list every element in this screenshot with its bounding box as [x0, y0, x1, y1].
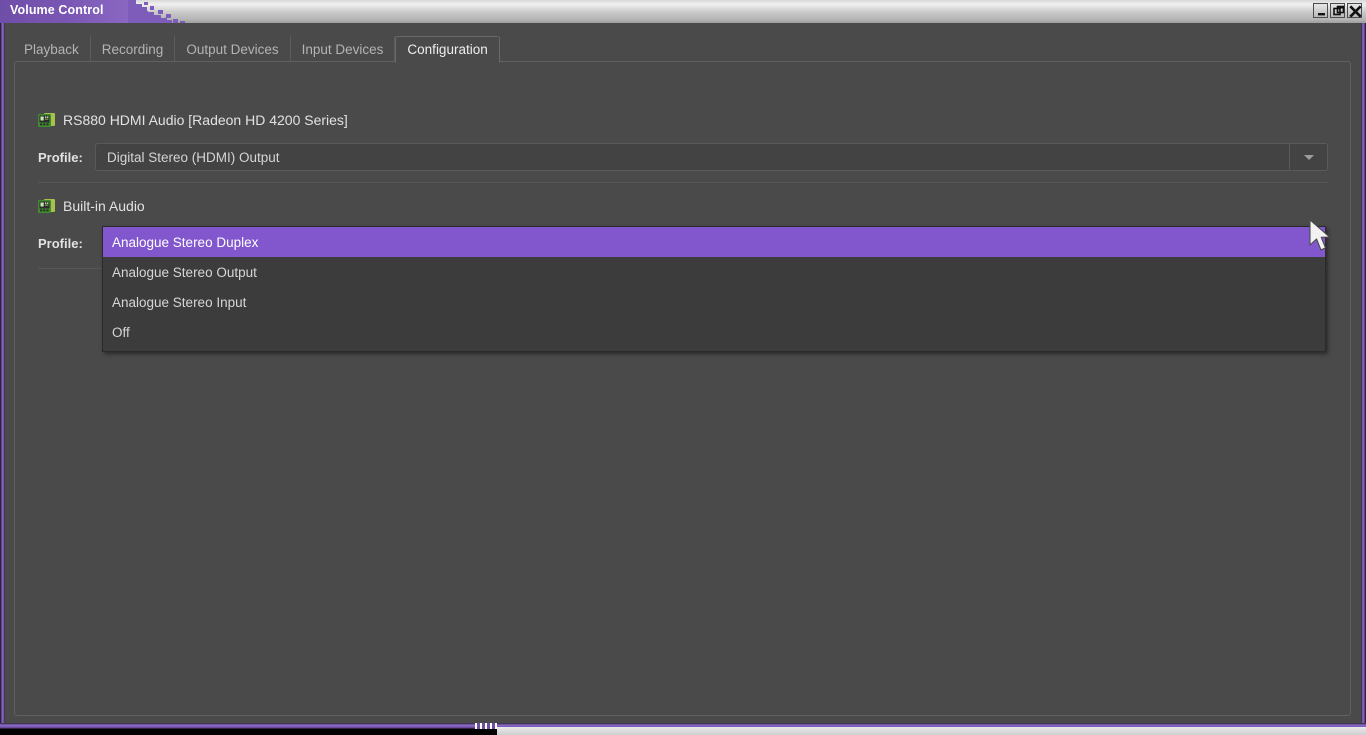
device-name: Built-in Audio [63, 198, 145, 214]
profile-label: Profile: [38, 150, 95, 165]
dropdown-option-analogue-stereo-output[interactable]: Analogue Stereo Output [103, 257, 1325, 287]
titlebar-dither-block [142, 7, 147, 11]
tab-playback[interactable]: Playback [13, 36, 91, 62]
dropdown-option-analogue-stereo-input[interactable]: Analogue Stereo Input [103, 287, 1325, 317]
tab-configuration[interactable]: Configuration [395, 36, 499, 63]
audio-card-icon [38, 199, 55, 214]
close-button[interactable] [1347, 3, 1362, 18]
titlebar-dither-block [154, 15, 161, 23]
tab-label: Configuration [407, 42, 487, 57]
window-border-right [1361, 23, 1366, 729]
audio-card-icon [38, 113, 55, 128]
profile-value: Digital Stereo (HDMI) Output [96, 150, 280, 165]
dropdown-option-label: Analogue Stereo Output [112, 265, 257, 280]
device-header: RS880 HDMI Audio [Radeon HD 4200 Series] [38, 110, 1328, 130]
configuration-panel: RS880 HDMI Audio [Radeon HD 4200 Series]… [14, 61, 1351, 716]
dropdown-option-label: Analogue Stereo Duplex [112, 235, 258, 250]
taskbar-strip [497, 727, 1366, 735]
volume-control-window: Volume Control [0, 0, 1366, 729]
profile-label: Profile: [38, 236, 95, 251]
tab-recording[interactable]: Recording [91, 36, 176, 62]
dropdown-option-label: Analogue Stereo Input [112, 295, 246, 310]
resize-grip[interactable] [475, 723, 497, 729]
combobox-arrow-area[interactable] [1289, 144, 1327, 170]
section-divider [38, 182, 1328, 183]
tab-label: Playback [24, 42, 79, 57]
titlebar-dither-block [144, 2, 148, 5]
profile-combobox-hdmi[interactable]: Digital Stereo (HDMI) Output [95, 143, 1328, 171]
device-card-hdmi: RS880 HDMI Audio [Radeon HD 4200 Series]… [38, 110, 1328, 171]
device-name: RS880 HDMI Audio [Radeon HD 4200 Series] [63, 112, 348, 128]
tab-label: Output Devices [186, 42, 278, 57]
tab-bar: Playback Recording Output Devices Input … [13, 35, 500, 62]
profile-dropdown-popup[interactable]: Analogue Stereo Duplex Analogue Stereo O… [102, 226, 1326, 352]
tab-label: Input Devices [302, 42, 384, 57]
window-controls [1313, 3, 1362, 18]
window-titlebar[interactable]: Volume Control [0, 0, 1366, 23]
titlebar-dither-block [158, 10, 163, 14]
window-client-area: Playback Recording Output Devices Input … [5, 23, 1361, 723]
device-header: Built-in Audio [38, 196, 1328, 216]
chevron-down-icon [1304, 155, 1314, 160]
desktop: Volume Control [0, 0, 1366, 735]
minimize-button[interactable] [1313, 3, 1328, 18]
titlebar-dither-block [150, 6, 154, 10]
dropdown-option-analogue-stereo-duplex[interactable]: Analogue Stereo Duplex [103, 227, 1325, 257]
titlebar-dither-block [166, 14, 171, 18]
dropdown-option-label: Off [112, 325, 130, 340]
maximize-button[interactable] [1330, 3, 1345, 18]
tab-output-devices[interactable]: Output Devices [175, 36, 290, 62]
tab-label: Recording [102, 42, 164, 57]
dropdown-option-off[interactable]: Off [103, 317, 1325, 347]
tab-input-devices[interactable]: Input Devices [291, 36, 396, 62]
window-title: Volume Control [10, 3, 104, 17]
profile-row: Profile: Digital Stereo (HDMI) Output [38, 143, 1328, 171]
